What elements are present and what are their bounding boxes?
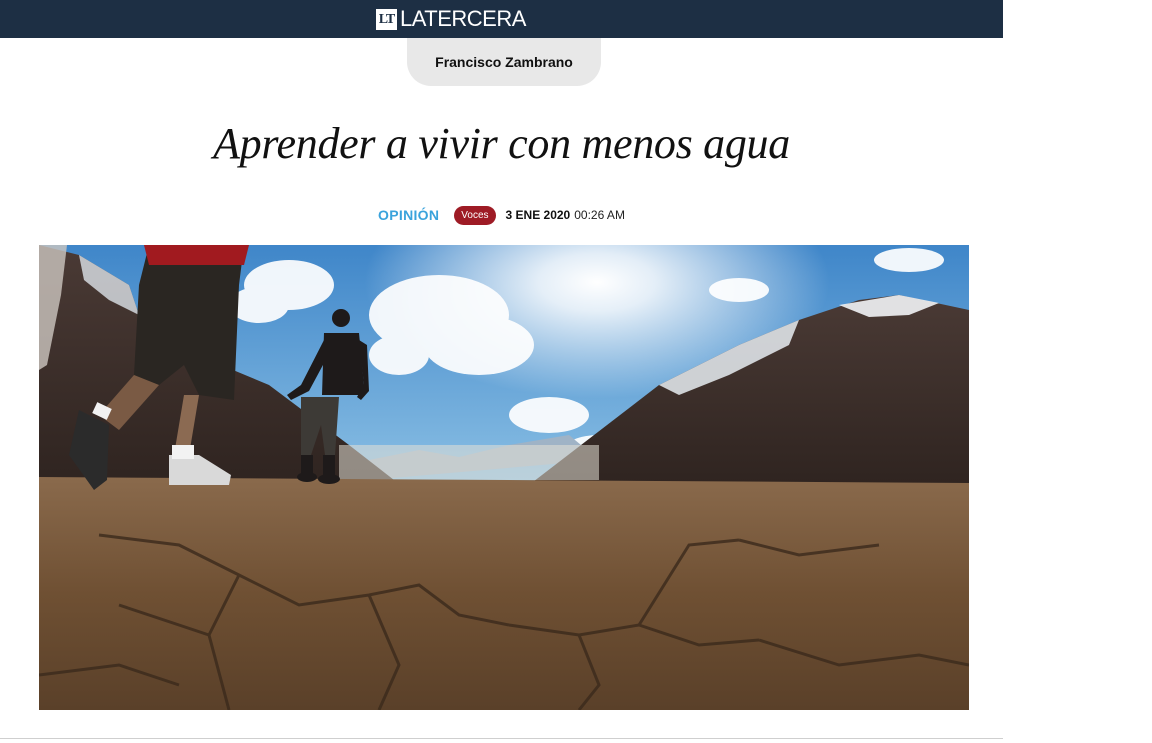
article-title: Aprender a vivir con menos agua — [213, 119, 790, 168]
logo-text: LATERCERA — [400, 6, 526, 31]
article-meta: OPINIÓN Voces 3 ENE 2020 00:26 AM — [0, 205, 1003, 225]
section-link[interactable]: OPINIÓN — [378, 207, 439, 223]
site-header: LT LATERCERA — [0, 0, 1003, 38]
publish-date: 3 ENE 2020 — [505, 208, 571, 222]
publish-time: 00:26 AM — [574, 208, 625, 222]
divider — [0, 738, 1003, 739]
author-link[interactable]: Francisco Zambrano — [407, 38, 601, 86]
site-logo[interactable]: LT LATERCERA — [376, 7, 526, 31]
hero-image — [39, 245, 969, 710]
page: LT LATERCERA Francisco Zambrano Aprender… — [0, 0, 1152, 743]
photo-icon — [39, 245, 969, 710]
logo-mark-icon: LT — [376, 8, 397, 30]
tag-badge[interactable]: Voces — [454, 205, 496, 225]
